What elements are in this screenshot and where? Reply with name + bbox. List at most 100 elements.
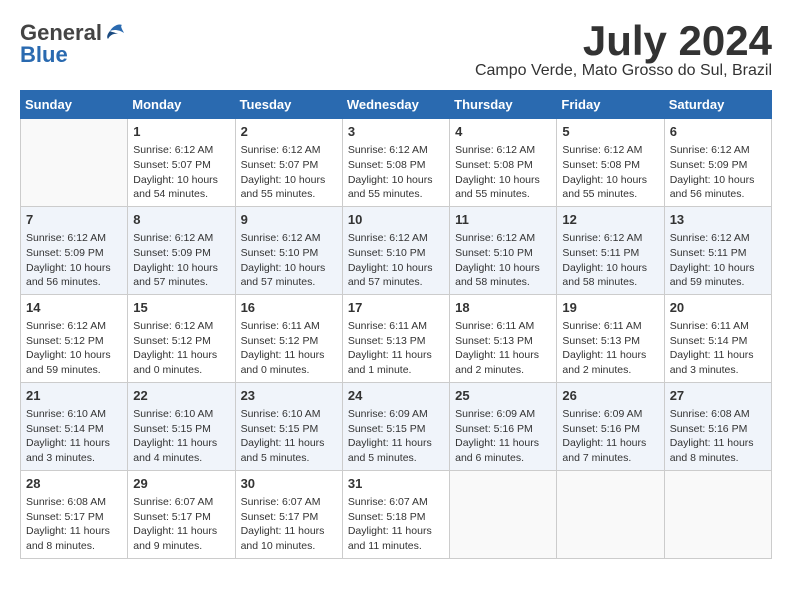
day-number: 31 xyxy=(348,475,444,493)
table-row: 16 Sunrise: 6:11 AMSunset: 5:12 PMDayligh… xyxy=(235,294,342,382)
table-row: 21 Sunrise: 6:10 AMSunset: 5:14 PMDayligh… xyxy=(21,382,128,470)
day-info: Sunrise: 6:09 AMSunset: 5:16 PMDaylight:… xyxy=(455,407,551,466)
day-info: Sunrise: 6:12 AMSunset: 5:12 PMDaylight:… xyxy=(133,319,229,378)
header-tuesday: Tuesday xyxy=(235,91,342,119)
table-row: 27 Sunrise: 6:08 AMSunset: 5:16 PMDayligh… xyxy=(664,382,771,470)
logo: General Blue xyxy=(20,20,126,68)
day-number: 30 xyxy=(241,475,337,493)
day-info: Sunrise: 6:12 AMSunset: 5:11 PMDaylight:… xyxy=(562,231,658,290)
logo-bird-icon xyxy=(104,23,126,43)
day-info: Sunrise: 6:10 AMSunset: 5:15 PMDaylight:… xyxy=(241,407,337,466)
table-row: 11 Sunrise: 6:12 AMSunset: 5:10 PMDayligh… xyxy=(450,206,557,294)
table-row: 13 Sunrise: 6:12 AMSunset: 5:11 PMDayligh… xyxy=(664,206,771,294)
day-info: Sunrise: 6:12 AMSunset: 5:10 PMDaylight:… xyxy=(455,231,551,290)
day-number: 4 xyxy=(455,123,551,141)
table-row: 19Sunrise: 6:11 AMSunset: 5:13 PMDayligh… xyxy=(557,294,664,382)
day-number: 11 xyxy=(455,211,551,229)
day-number: 20 xyxy=(670,299,766,317)
day-number: 17 xyxy=(348,299,444,317)
calendar-header-row: Sunday Monday Tuesday Wednesday Thursday… xyxy=(21,91,772,119)
table-row: 6 Sunrise: 6:12 AMSunset: 5:09 PMDaylight… xyxy=(664,119,771,207)
table-row: 2 Sunrise: 6:12 AMSunset: 5:07 PMDaylight… xyxy=(235,119,342,207)
day-info: Sunrise: 6:07 AMSunset: 5:17 PMDaylight:… xyxy=(133,495,229,554)
day-info: Sunrise: 6:07 AMSunset: 5:17 PMDaylight:… xyxy=(241,495,337,554)
table-row: 10Sunrise: 6:12 AMSunset: 5:10 PMDayligh… xyxy=(342,206,449,294)
day-number: 24 xyxy=(348,387,444,405)
day-number: 1 xyxy=(133,123,229,141)
table-row: 22 Sunrise: 6:10 AMSunset: 5:15 PMDayligh… xyxy=(128,382,235,470)
day-info: Sunrise: 6:10 AMSunset: 5:14 PMDaylight:… xyxy=(26,407,122,466)
logo-blue: Blue xyxy=(20,42,68,68)
day-number: 8 xyxy=(133,211,229,229)
day-info: Sunrise: 6:07 AMSunset: 5:18 PMDaylight:… xyxy=(348,495,444,554)
table-row: 25 Sunrise: 6:09 AMSunset: 5:16 PMDayligh… xyxy=(450,382,557,470)
day-number: 29 xyxy=(133,475,229,493)
table-row: 31 Sunrise: 6:07 AMSunset: 5:18 PMDayligh… xyxy=(342,470,449,558)
day-number: 25 xyxy=(455,387,551,405)
header-sunday: Sunday xyxy=(21,91,128,119)
day-info: Sunrise: 6:09 AMSunset: 5:16 PMDaylight:… xyxy=(562,407,658,466)
day-info: Sunrise: 6:11 AMSunset: 5:14 PMDaylight:… xyxy=(670,319,766,378)
day-info: Sunrise: 6:12 AMSunset: 5:08 PMDaylight:… xyxy=(455,143,551,202)
day-number: 5 xyxy=(562,123,658,141)
day-number: 6 xyxy=(670,123,766,141)
month-title: July 2024 xyxy=(475,20,772,62)
day-info: Sunrise: 6:11 AMSunset: 5:13 PMDaylight:… xyxy=(455,319,551,378)
day-number: 14 xyxy=(26,299,122,317)
day-info: Sunrise: 6:11 AMSunset: 5:12 PMDaylight:… xyxy=(241,319,337,378)
day-number: 27 xyxy=(670,387,766,405)
day-number: 26 xyxy=(562,387,658,405)
day-number: 16 xyxy=(241,299,337,317)
header-friday: Friday xyxy=(557,91,664,119)
title-area: July 2024 Campo Verde, Mato Grosso do Su… xyxy=(475,20,772,80)
table-row: 4 Sunrise: 6:12 AMSunset: 5:08 PMDaylight… xyxy=(450,119,557,207)
day-number: 2 xyxy=(241,123,337,141)
day-number: 7 xyxy=(26,211,122,229)
day-number: 28 xyxy=(26,475,122,493)
day-number: 21 xyxy=(26,387,122,405)
day-info: Sunrise: 6:12 AMSunset: 5:12 PMDaylight:… xyxy=(26,319,122,378)
table-row: 17 Sunrise: 6:11 AMSunset: 5:13 PMDayligh… xyxy=(342,294,449,382)
day-info: Sunrise: 6:11 AMSunset: 5:13 PMDaylight:… xyxy=(348,319,444,378)
day-info: Sunrise: 6:09 AMSunset: 5:15 PMDaylight:… xyxy=(348,407,444,466)
day-info: Sunrise: 6:12 AMSunset: 5:10 PMDaylight:… xyxy=(348,231,444,290)
table-row: 28 Sunrise: 6:08 AMSunset: 5:17 PMDayligh… xyxy=(21,470,128,558)
table-row: 9Sunrise: 6:12 AMSunset: 5:10 PMDaylight… xyxy=(235,206,342,294)
table-row: 3Sunrise: 6:12 AMSunset: 5:08 PMDaylight… xyxy=(342,119,449,207)
table-row: 18 Sunrise: 6:11 AMSunset: 5:13 PMDayligh… xyxy=(450,294,557,382)
table-row: 8 Sunrise: 6:12 AMSunset: 5:09 PMDaylight… xyxy=(128,206,235,294)
table-row: 7Sunrise: 6:12 AMSunset: 5:09 PMDaylight… xyxy=(21,206,128,294)
table-row: 20 Sunrise: 6:11 AMSunset: 5:14 PMDayligh… xyxy=(664,294,771,382)
day-info: Sunrise: 6:12 AMSunset: 5:07 PMDaylight:… xyxy=(133,143,229,202)
day-info: Sunrise: 6:10 AMSunset: 5:15 PMDaylight:… xyxy=(133,407,229,466)
day-number: 9 xyxy=(241,211,337,229)
table-row: 15Sunrise: 6:12 AMSunset: 5:12 PMDayligh… xyxy=(128,294,235,382)
table-row xyxy=(21,119,128,207)
day-info: Sunrise: 6:08 AMSunset: 5:17 PMDaylight:… xyxy=(26,495,122,554)
table-row: 26 Sunrise: 6:09 AMSunset: 5:16 PMDayligh… xyxy=(557,382,664,470)
header: General Blue July 2024 Campo Verde, Mato… xyxy=(20,20,772,80)
table-row xyxy=(450,470,557,558)
day-number: 13 xyxy=(670,211,766,229)
day-info: Sunrise: 6:12 AMSunset: 5:08 PMDaylight:… xyxy=(562,143,658,202)
table-row: 30 Sunrise: 6:07 AMSunset: 5:17 PMDayligh… xyxy=(235,470,342,558)
table-row xyxy=(557,470,664,558)
day-number: 23 xyxy=(241,387,337,405)
day-info: Sunrise: 6:12 AMSunset: 5:07 PMDaylight:… xyxy=(241,143,337,202)
day-info: Sunrise: 6:12 AMSunset: 5:09 PMDaylight:… xyxy=(133,231,229,290)
table-row: 14 Sunrise: 6:12 AMSunset: 5:12 PMDayligh… xyxy=(21,294,128,382)
table-row: 29 Sunrise: 6:07 AMSunset: 5:17 PMDayligh… xyxy=(128,470,235,558)
table-row: 24 Sunrise: 6:09 AMSunset: 5:15 PMDayligh… xyxy=(342,382,449,470)
day-info: Sunrise: 6:12 AMSunset: 5:09 PMDaylight:… xyxy=(670,143,766,202)
day-info: Sunrise: 6:12 AMSunset: 5:11 PMDaylight:… xyxy=(670,231,766,290)
day-number: 22 xyxy=(133,387,229,405)
day-number: 18 xyxy=(455,299,551,317)
table-row: 1 Sunrise: 6:12 AMSunset: 5:07 PMDaylight… xyxy=(128,119,235,207)
day-info: Sunrise: 6:08 AMSunset: 5:16 PMDaylight:… xyxy=(670,407,766,466)
day-info: Sunrise: 6:12 AMSunset: 5:08 PMDaylight:… xyxy=(348,143,444,202)
table-row: 5 Sunrise: 6:12 AMSunset: 5:08 PMDaylight… xyxy=(557,119,664,207)
table-row: 12Sunrise: 6:12 AMSunset: 5:11 PMDayligh… xyxy=(557,206,664,294)
header-monday: Monday xyxy=(128,91,235,119)
calendar-table: Sunday Monday Tuesday Wednesday Thursday… xyxy=(20,90,772,559)
table-row xyxy=(664,470,771,558)
